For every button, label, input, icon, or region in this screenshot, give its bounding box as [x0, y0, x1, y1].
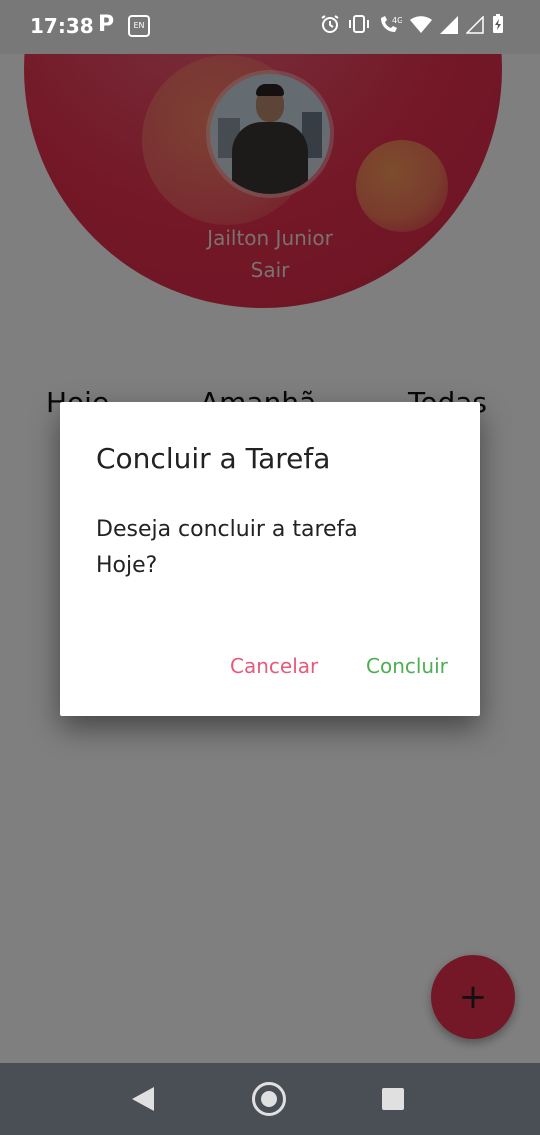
- recents-icon[interactable]: [382, 1088, 404, 1110]
- dialog-title: Concluir a Tarefa: [96, 442, 331, 475]
- system-nav-bar: [0, 1063, 540, 1135]
- back-icon[interactable]: [132, 1087, 154, 1111]
- parking-icon: P: [98, 12, 115, 37]
- confirm-button[interactable]: Concluir: [366, 654, 448, 678]
- network-type-text: 4G: [392, 16, 402, 25]
- status-time: 17:38: [30, 14, 94, 38]
- cancel-button[interactable]: Cancelar: [230, 654, 318, 678]
- alarm-icon: [320, 14, 340, 39]
- vibrate-icon: [348, 14, 370, 39]
- dialog-message: Deseja concluir a tarefa Hoje?: [96, 517, 358, 578]
- home-icon[interactable]: [252, 1082, 286, 1116]
- battery-charging-icon: [492, 14, 504, 39]
- confirm-dialog: Concluir a Tarefa Deseja concluir a tare…: [60, 402, 480, 716]
- keyboard-language-icon: EN: [128, 15, 150, 37]
- signal-empty-icon: [465, 14, 484, 39]
- wifi-calling-icon: 4G: [378, 14, 403, 39]
- wifi-icon: [410, 15, 432, 39]
- signal-icon: [440, 15, 458, 39]
- status-bar: 17:38 P EN 4G: [0, 0, 540, 54]
